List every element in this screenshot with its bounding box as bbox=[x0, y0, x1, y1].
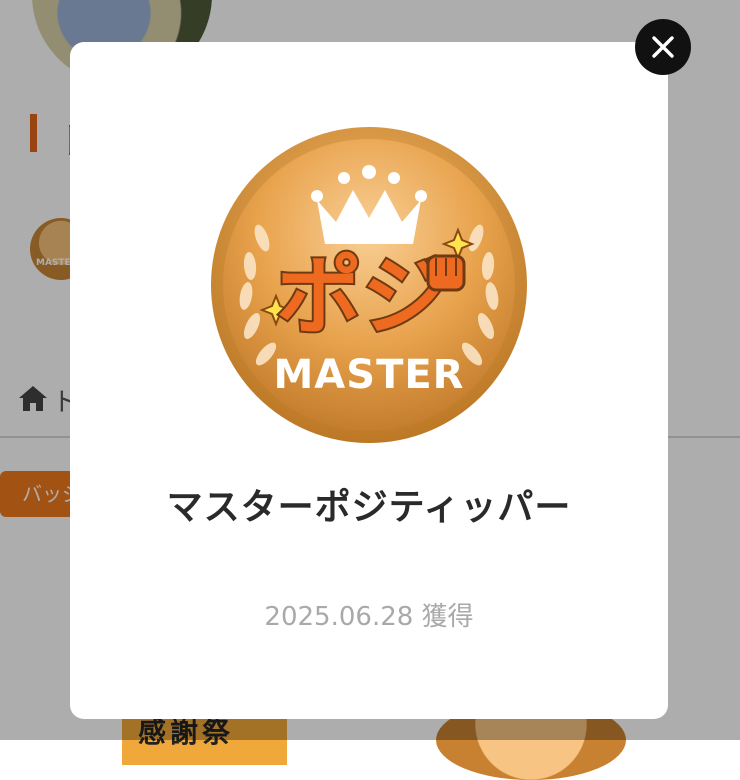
badge-modal: ポジ MASTER マスターポジティッパー 2025.06.28 獲得 bbox=[70, 42, 668, 719]
acquired-date: 2025.06.28 獲得 bbox=[264, 602, 474, 632]
medal-master-label: MASTER bbox=[274, 352, 465, 398]
close-icon bbox=[652, 36, 674, 58]
fist-icon bbox=[426, 254, 466, 292]
medal-logo-text: ポジ bbox=[276, 247, 448, 347]
close-button[interactable] bbox=[635, 19, 691, 75]
medal-image: ポジ MASTER bbox=[211, 127, 527, 443]
badge-name: マスターポジティッパー bbox=[166, 487, 572, 528]
